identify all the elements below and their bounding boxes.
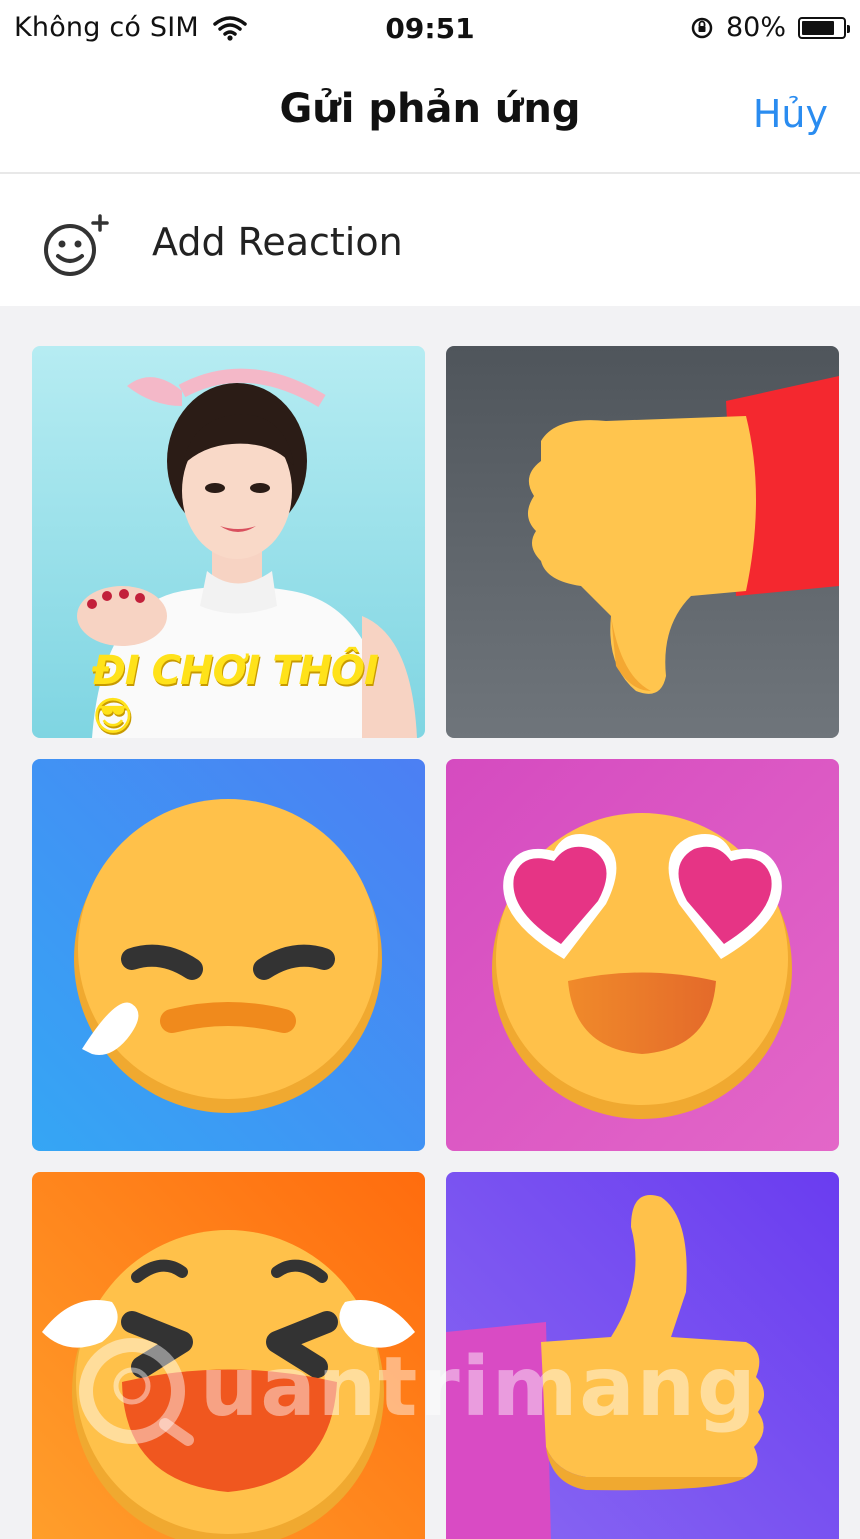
sticker-caption: ĐI CHƠI THÔI 😎 bbox=[92, 648, 379, 738]
cancel-button[interactable]: Hủy bbox=[753, 92, 828, 136]
battery-icon bbox=[798, 16, 850, 39]
thumbs-down-icon bbox=[446, 346, 839, 738]
sad-tear-face-icon bbox=[32, 759, 425, 1151]
reaction-tile-thumbs-down[interactable] bbox=[446, 346, 839, 738]
status-right: 80% bbox=[690, 12, 850, 43]
thumbs-up-icon bbox=[446, 1172, 839, 1539]
nav-bar: Gửi phản ứng Hủy bbox=[0, 56, 860, 174]
heart-eyes-face-icon bbox=[446, 759, 839, 1151]
orientation-lock-icon bbox=[691, 17, 713, 38]
add-reaction-row[interactable]: Add Reaction bbox=[0, 176, 860, 306]
reaction-tile-di-choi-thoi[interactable]: ĐI CHƠI THÔI 😎 bbox=[32, 346, 425, 738]
page-title: Gửi phản ứng bbox=[279, 86, 581, 132]
add-reaction-label: Add Reaction bbox=[152, 220, 403, 264]
smiley-add-icon bbox=[44, 214, 109, 276]
reaction-tile-heart-eyes[interactable] bbox=[446, 759, 839, 1151]
reaction-tile-sad[interactable] bbox=[32, 759, 425, 1151]
status-bar: Không có SIM 09:51 80% bbox=[0, 0, 860, 56]
laughing-tears-face-icon bbox=[32, 1172, 425, 1539]
reaction-grid: ĐI CHƠI THÔI 😎 uantrimang bbox=[0, 306, 860, 1539]
reaction-tile-laughing[interactable] bbox=[32, 1172, 425, 1539]
battery-cap bbox=[847, 24, 850, 33]
reaction-tile-thumbs-up[interactable] bbox=[446, 1172, 839, 1539]
battery-fill bbox=[802, 20, 834, 35]
battery-percent: 80% bbox=[725, 12, 786, 43]
